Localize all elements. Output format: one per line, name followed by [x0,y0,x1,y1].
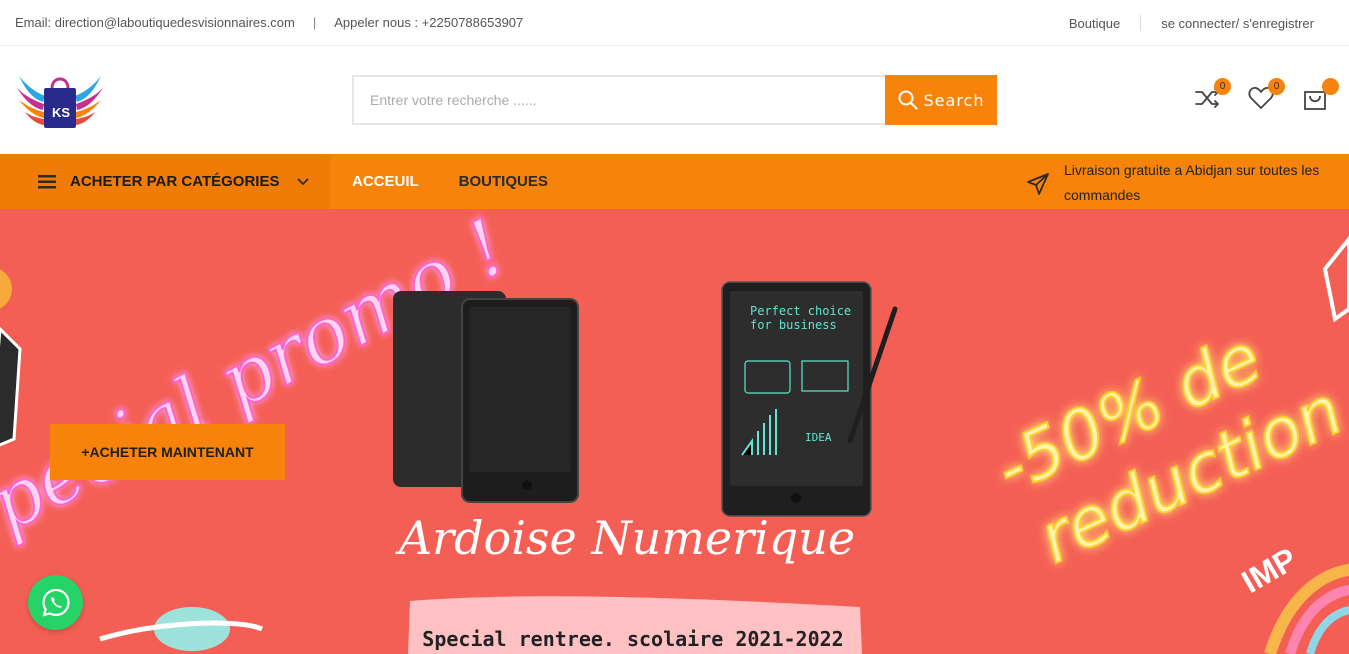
divider [1140,15,1142,31]
lcd-writing-tablet-image: Perfect choice for business IDEA [721,281,898,517]
black-tablet-image [393,291,579,503]
phone-text: Appeler nous : +2250788653907 [334,15,524,30]
shipping-text: Livraison gratuite a Abidjan sur toutes … [1064,162,1320,203]
logo-text: KS [52,105,71,120]
wishlist-count-badge: 0 [1268,78,1285,95]
hero-banner: Special promo ! Perfect choice for busin… [0,209,1349,654]
categories-label: ACHETER PAR CATÉGORIES [70,173,280,190]
email-text: Email: direction@laboutiquedesvisionnair… [15,15,295,30]
nav-item-shops[interactable]: BOUTIQUES [459,173,548,190]
bottom-left-decoration [99,607,264,651]
paper-plane-icon [1027,173,1049,195]
discount-neon-group: -50% de reduction [983,318,1349,581]
site-logo[interactable]: KS [15,68,105,130]
top-bar: Email: direction@laboutiquedesvisionnair… [0,0,1349,46]
free-shipping-notice: Livraison gratuite a Abidjan sur toutes … [1026,158,1326,208]
cart-count-badge [1322,78,1339,95]
menu-icon [38,174,56,188]
left-sticker-decoration [0,269,22,447]
tablet-caption-line2: for business [750,318,837,332]
search-button-label: Search [923,90,985,110]
search-button[interactable]: Search [885,75,997,125]
wishlist-button[interactable]: 0 [1247,78,1285,112]
cart-button[interactable] [1301,78,1339,112]
login-register-link[interactable]: se connecter/ s'enregistrer [1161,16,1314,31]
main-navigation: ACHETER PAR CATÉGORIES ACCEUIL BOUTIQUES… [0,154,1349,209]
subtitle-ribbon: Special rentree. scolaire 2021-2022 [408,596,862,654]
product-title-text: Ardoise Numerique [395,511,855,565]
header-actions: 0 0 [1193,78,1339,112]
separator: | [312,15,317,30]
site-header: KS Search 0 0 [0,46,1349,154]
whatsapp-chat-button[interactable] [28,575,83,630]
chevron-down-icon [297,177,310,185]
categories-dropdown[interactable]: ACHETER PAR CATÉGORIES [0,154,330,209]
compare-count-badge: 0 [1214,78,1231,95]
shop-link[interactable]: Boutique [1069,16,1120,31]
search-bar: Search [352,75,997,125]
contact-info: Email: direction@laboutiquedesvisionnair… [15,15,523,30]
tablet-caption-line1: Perfect choice [750,304,851,318]
corner-text: IMP [1236,540,1303,600]
account-links: Boutique se connecter/ s'enregistrer [1069,15,1314,31]
search-icon [898,90,918,110]
whatsapp-icon [41,588,70,617]
compare-button[interactable]: 0 [1193,78,1231,112]
nav-menu: ACCEUIL BOUTIQUES [352,154,548,209]
nav-item-home[interactable]: ACCEUIL [352,173,419,190]
search-input[interactable] [352,75,885,125]
tablet-idea-text: IDEA [805,431,832,444]
buy-now-button[interactable]: +ACHETER MAINTENANT [50,424,285,480]
subtitle-text: Special rentree. scolaire 2021-2022 [422,627,843,651]
